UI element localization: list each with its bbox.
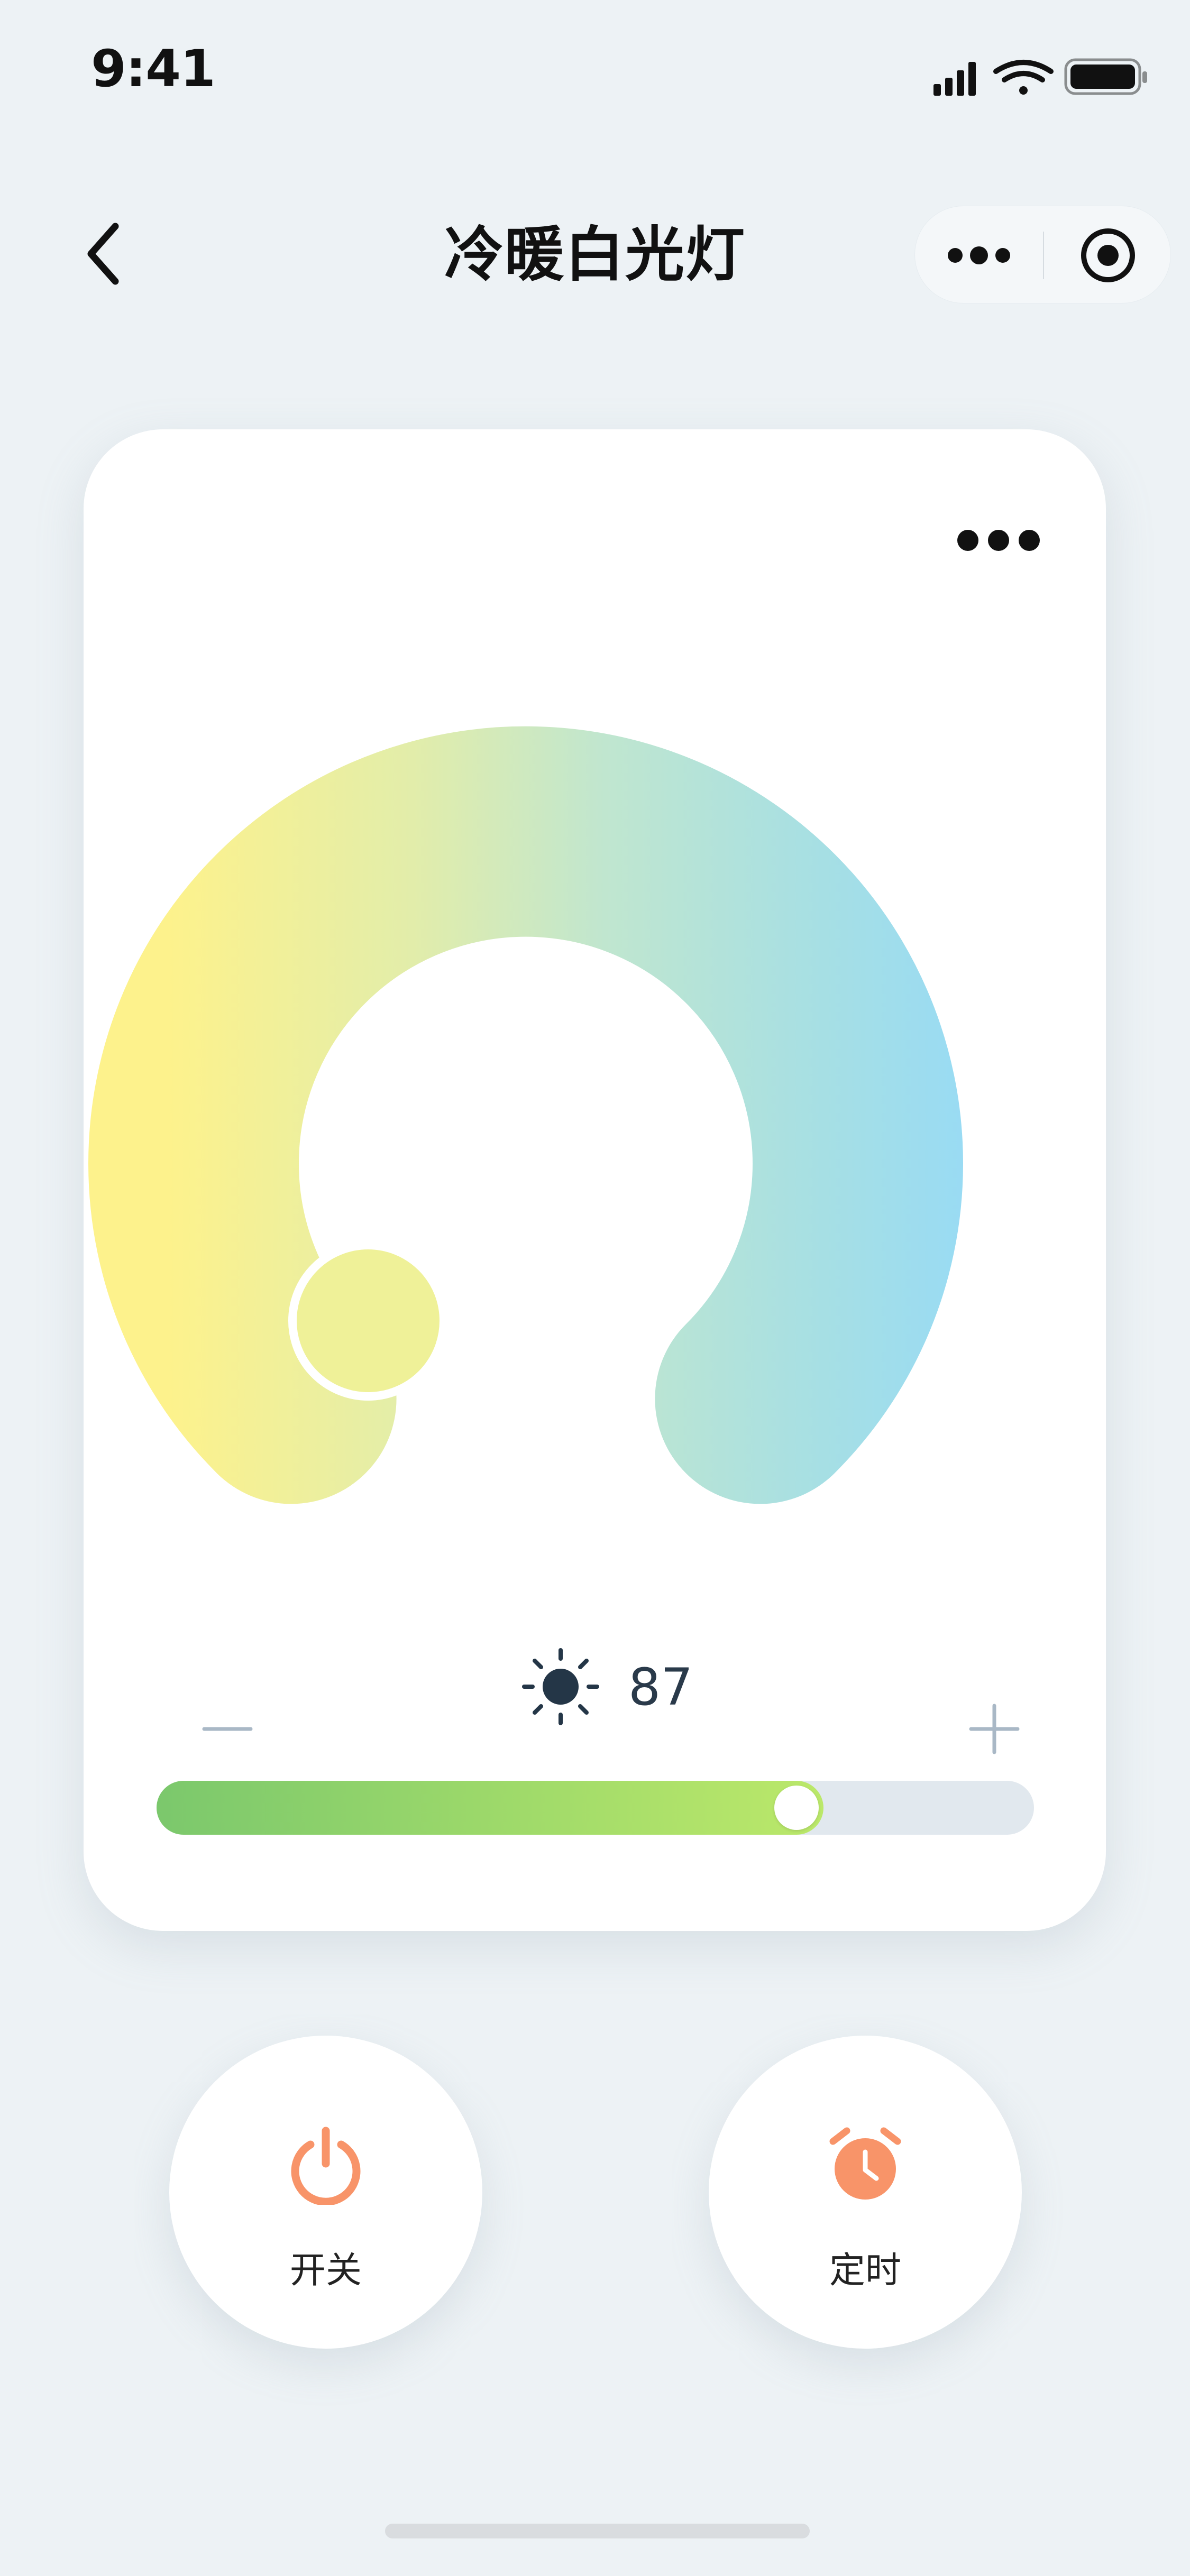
mini-program-capsule [914,206,1171,303]
brightness-value: 87 [628,1658,693,1717]
status-time: 9:41 [91,39,216,98]
brightness-slider[interactable] [157,1781,1034,1835]
capsule-close-button[interactable] [1044,206,1171,304]
home-indicator [385,2524,810,2538]
brightness-increase-button[interactable] [957,1692,1031,1766]
signal-icon [933,62,976,96]
timer-button[interactable]: 定时 [709,2036,1022,2349]
more-dots-icon [957,530,1040,551]
sun-icon [522,1648,599,1725]
more-dots-icon [948,246,1010,264]
target-icon [1081,228,1135,282]
plus-icon [969,1704,1020,1754]
status-icons [933,58,1147,96]
brightness-slider-fill [157,1781,823,1835]
power-button-label: 开关 [289,2250,362,2292]
battery-icon [1064,58,1147,95]
timer-button-label: 定时 [829,2250,901,2292]
brightness-decrease-button[interactable] [190,1697,264,1761]
color-temperature-knob[interactable] [288,1241,448,1401]
capsule-more-button[interactable] [915,206,1043,304]
power-button[interactable]: 开关 [169,2036,482,2349]
power-icon [291,2127,361,2205]
wifi-icon [993,60,1054,95]
card-more-button[interactable] [935,503,1062,577]
color-temperature-ring[interactable] [88,726,963,1504]
minus-icon [202,1727,253,1731]
alarm-clock-icon [829,2127,901,2200]
screen: 9:41 冷暖白光灯 87 开关 定时 [0,0,1190,2576]
brightness-slider-thumb[interactable] [774,1786,819,1830]
